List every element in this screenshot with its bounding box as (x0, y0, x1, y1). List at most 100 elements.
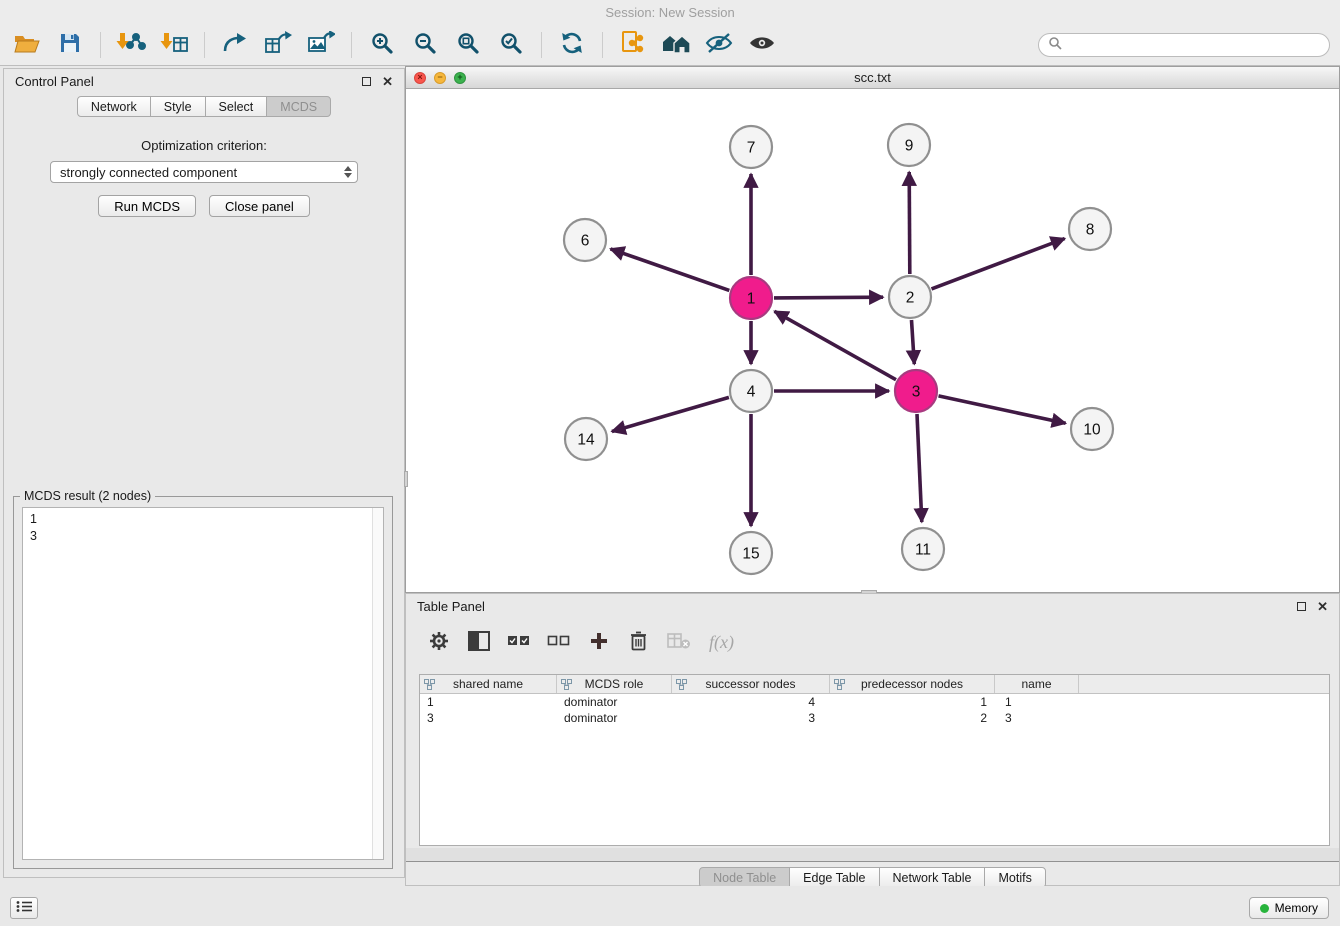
zoom-in-icon (370, 31, 394, 58)
tab-node-table[interactable]: Node Table (699, 867, 790, 888)
toolbar-separator (351, 32, 352, 58)
criterion-dropdown[interactable]: strongly connected component (50, 161, 358, 183)
tab-network-table[interactable]: Network Table (879, 867, 986, 888)
search-box[interactable] (1038, 33, 1330, 57)
run-mcds-button[interactable]: Run MCDS (98, 195, 196, 217)
network-window-titlebar[interactable]: × − + scc.txt (406, 67, 1339, 89)
delete-table-button[interactable] (665, 627, 692, 657)
float-table-panel-icon[interactable] (1297, 602, 1306, 611)
column-header-successor-nodes[interactable]: successor nodes (672, 675, 830, 693)
graph-edge-4-14[interactable] (612, 397, 729, 431)
graph-node-9[interactable]: 9 (888, 124, 930, 166)
tab-style[interactable]: Style (150, 96, 206, 117)
clone-network-button[interactable] (616, 29, 650, 61)
column-header-mcds-role[interactable]: MCDS role (557, 675, 672, 693)
zoom-selected-button[interactable] (494, 29, 528, 61)
tab-motifs[interactable]: Motifs (984, 867, 1045, 888)
mcds-result-list[interactable]: 1 3 (22, 507, 384, 860)
memory-status-dot (1260, 904, 1269, 913)
criterion-dropdown-value: strongly connected component (60, 165, 237, 180)
close-panel-icon[interactable]: ✕ (382, 77, 393, 87)
graph-edge-3-10[interactable] (939, 396, 1066, 423)
apply-layout-button[interactable] (555, 29, 589, 61)
column-header-shared-name[interactable]: shared name (420, 675, 557, 693)
graph-edge-1-6[interactable] (611, 249, 730, 291)
apply-function-button[interactable]: f(x) (709, 632, 734, 653)
graph-node-14[interactable]: 14 (565, 418, 607, 460)
graph-edge-1-2[interactable] (774, 297, 883, 298)
node-table[interactable]: shared name MCDS role successor nodes pr… (419, 674, 1330, 846)
sort-icon (834, 679, 845, 693)
import-table-button[interactable] (157, 29, 191, 61)
sort-icon (676, 679, 687, 693)
column-header-name[interactable]: name (995, 675, 1079, 693)
mcds-result-box: MCDS result (2 nodes) 1 3 (13, 496, 393, 869)
network-canvas[interactable]: 7 9 6 8 1 2 4 3 14 10 15 11 (406, 89, 1339, 592)
graph-edge-2-8[interactable] (932, 239, 1065, 289)
tab-mcds[interactable]: MCDS (266, 96, 331, 117)
graph-node-7[interactable]: 7 (730, 126, 772, 168)
close-mcds-panel-button[interactable]: Close panel (209, 195, 310, 217)
mcds-result-item[interactable]: 3 (30, 528, 383, 545)
memory-button[interactable]: Memory (1249, 897, 1329, 919)
mcds-result-item[interactable]: 1 (30, 511, 383, 528)
show-column-button[interactable] (465, 627, 492, 657)
delete-column-button[interactable] (625, 627, 652, 657)
zoom-in-button[interactable] (365, 29, 399, 61)
open-session-button[interactable] (10, 29, 44, 61)
graph-node-8[interactable]: 8 (1069, 208, 1111, 250)
tab-select[interactable]: Select (205, 96, 268, 117)
network-graph[interactable]: 7 9 6 8 1 2 4 3 14 10 15 11 (406, 89, 1339, 592)
tab-edge-table[interactable]: Edge Table (789, 867, 879, 888)
show-hide-graphics-button[interactable] (702, 29, 736, 61)
graph-node-1[interactable]: 1 (730, 277, 772, 319)
float-panel-icon[interactable] (362, 77, 371, 86)
main-toolbar (0, 24, 1340, 66)
graph-node-11[interactable]: 11 (902, 528, 944, 570)
dropdown-stepper-icon (344, 166, 352, 178)
import-network-button[interactable] (114, 29, 148, 61)
table-row[interactable]: 3 dominator 3 2 3 (420, 710, 1329, 726)
select-all-button[interactable] (505, 627, 532, 657)
export-image-button[interactable] (304, 29, 338, 61)
unselect-all-button[interactable] (545, 627, 572, 657)
export-table-button[interactable] (261, 29, 295, 61)
network-overview-button[interactable] (659, 29, 693, 61)
import-table-icon (160, 31, 188, 58)
close-table-panel-icon[interactable]: ✕ (1317, 602, 1328, 612)
import-network-icon (116, 31, 146, 58)
task-history-button[interactable] (10, 897, 38, 919)
zoom-window-button[interactable]: + (454, 72, 466, 84)
svg-text:8: 8 (1086, 222, 1095, 239)
table-scroll-strip[interactable] (406, 848, 1339, 862)
graph-node-15[interactable]: 15 (730, 532, 772, 574)
bird-eye-view-button[interactable] (745, 29, 779, 61)
zoom-fit-button[interactable] (451, 29, 485, 61)
close-window-button[interactable]: × (414, 72, 426, 84)
graph-edge-2-9[interactable] (909, 172, 910, 274)
sort-icon (561, 679, 572, 693)
graph-node-2[interactable]: 2 (889, 276, 931, 318)
graph-node-3[interactable]: 3 (895, 370, 937, 412)
graph-node-10[interactable]: 10 (1071, 408, 1113, 450)
search-icon (1048, 36, 1062, 53)
graph-node-4[interactable]: 4 (730, 370, 772, 412)
unselect-all-icon (547, 634, 570, 651)
splitter-handle-vertical[interactable] (404, 471, 408, 487)
add-column-button[interactable] (585, 627, 612, 657)
result-scrollbar[interactable] (372, 508, 383, 859)
zoom-out-button[interactable] (408, 29, 442, 61)
save-session-button[interactable] (53, 29, 87, 61)
gear-icon (429, 631, 449, 654)
graph-edge-3-11[interactable] (917, 414, 922, 522)
minimize-window-button[interactable]: − (434, 72, 446, 84)
graph-edge-2-3[interactable] (912, 320, 915, 364)
search-input[interactable] (1067, 38, 1320, 52)
export-network-button[interactable] (218, 29, 252, 61)
table-settings-button[interactable] (425, 627, 452, 657)
tab-network[interactable]: Network (77, 96, 151, 117)
graph-node-6[interactable]: 6 (564, 219, 606, 261)
graph-edge-3-1[interactable] (775, 311, 897, 379)
table-row[interactable]: 1 dominator 4 1 1 (420, 694, 1329, 710)
column-header-predecessor-nodes[interactable]: predecessor nodes (830, 675, 995, 693)
